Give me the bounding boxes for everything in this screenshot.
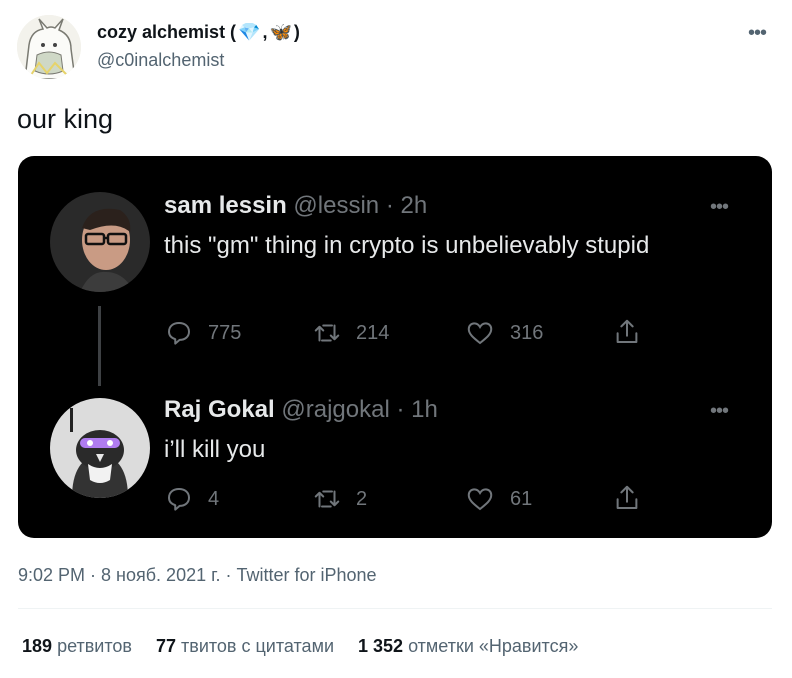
tweet1-share xyxy=(612,316,642,348)
share-icon xyxy=(612,482,642,514)
tweet2-author-handle: @rajgokal xyxy=(281,396,390,423)
likes-stat[interactable]: 1 352 отметки «Нравится» xyxy=(358,636,578,657)
tweet2-share xyxy=(612,482,642,514)
quotes-count: 77 xyxy=(155,636,176,656)
tweet2-author-name: Raj Gokal xyxy=(164,396,275,423)
author-name[interactable]: cozy alchemist ( 💎 , 🦋 ) xyxy=(97,22,300,43)
author-handle[interactable]: @c0inalchemist xyxy=(97,50,224,71)
tweet2-reply: 4 xyxy=(164,484,219,514)
tweet1-retweet: 214 xyxy=(312,318,389,348)
author-avatar[interactable] xyxy=(17,15,81,79)
tweet2-like: 61 xyxy=(464,484,532,514)
tweet2-text: i’ll kill you xyxy=(164,436,266,463)
retweets-stat[interactable]: 189 ретвитов xyxy=(22,636,132,657)
tweet2-time: · 1h xyxy=(389,396,438,423)
engagement-stats: 189 ретвитов 77 твитов с цитатами 1 352 … xyxy=(22,636,578,657)
sam-lessin-avatar xyxy=(50,192,150,292)
reply-icon xyxy=(164,318,194,348)
heart-icon xyxy=(464,318,496,348)
gem-emoji: 💎 xyxy=(238,22,261,42)
quotes-stat[interactable]: 77 твитов с цитатами xyxy=(156,636,334,657)
thread-connector-line xyxy=(98,306,101,386)
divider xyxy=(18,608,772,609)
tweet1-retweet-count: 214 xyxy=(356,321,390,344)
likes-count: 1 352 xyxy=(358,636,404,656)
tweet2-retweet: 2 xyxy=(312,484,367,514)
tweet1-text: this "gm" thing in crypto is unbelievabl… xyxy=(164,232,650,259)
tweet2-header: Raj Gokal @rajgokal · 1h xyxy=(164,396,438,424)
tweet-timestamp[interactable]: 9:02 PM · 8 нояб. 2021 г. · Twitter for … xyxy=(18,565,377,586)
author-name-separator: , xyxy=(262,22,268,42)
tweet1-header: sam lessin @lessin · 2h xyxy=(164,192,427,220)
tweet2-like-count: 61 xyxy=(510,487,533,510)
tweet1-reply: 775 xyxy=(164,318,241,348)
author-name-close: ) xyxy=(293,22,300,42)
butterfly-emoji: 🦋 xyxy=(269,22,292,42)
tweet1-reply-count: 775 xyxy=(208,321,242,344)
retweet-icon xyxy=(312,318,342,348)
tweet-text: our king xyxy=(17,104,114,134)
retweets-label: ретвитов xyxy=(57,636,132,656)
reply-icon xyxy=(164,484,194,514)
quotes-label: твитов с цитатами xyxy=(181,636,334,656)
author-name-text: cozy alchemist ( xyxy=(97,22,237,42)
share-icon xyxy=(612,316,642,348)
tweet1-like-count: 316 xyxy=(510,321,544,344)
likes-label: отметки «Нравится» xyxy=(408,636,579,656)
tweet1-time: · 2h xyxy=(379,192,428,219)
embedded-thread-image[interactable]: sam lessin @lessin · 2h ••• this "gm" th… xyxy=(18,156,772,538)
tweet1-author-name: sam lessin xyxy=(164,192,287,219)
tweet2-retweet-count: 2 xyxy=(356,487,368,510)
tweet1-more-icon: ••• xyxy=(710,196,729,218)
tweet2-reply-count: 4 xyxy=(208,487,220,510)
heart-icon xyxy=(464,484,496,514)
retweet-icon xyxy=(312,484,342,514)
tweet1-author-handle: @lessin xyxy=(293,192,380,219)
retweets-count: 189 xyxy=(22,636,53,656)
raj-gokal-avatar xyxy=(50,398,150,498)
tweet1-like: 316 xyxy=(464,318,543,348)
tweet2-more-icon: ••• xyxy=(710,400,729,422)
more-dots-icon[interactable]: ••• xyxy=(748,22,767,45)
